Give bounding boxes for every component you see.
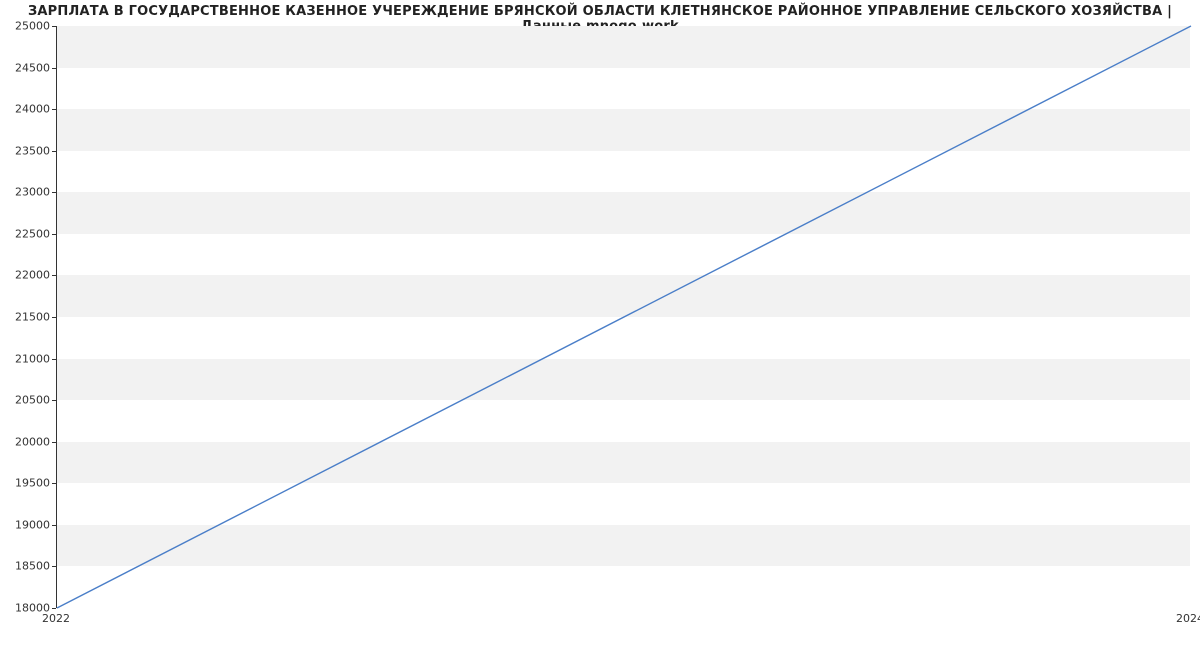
y-tick-mark (52, 234, 56, 235)
y-tick-label: 24000 (4, 103, 50, 116)
y-tick-label: 19000 (4, 518, 50, 531)
y-tick-label: 24500 (4, 61, 50, 74)
y-tick-label: 25000 (4, 20, 50, 33)
line-layer (57, 26, 1190, 607)
series-line (57, 26, 1191, 608)
y-tick-mark (52, 317, 56, 318)
y-tick-mark (52, 68, 56, 69)
x-tick-label: 2022 (42, 612, 70, 625)
y-tick-label: 19500 (4, 477, 50, 490)
y-tick-mark (52, 608, 56, 609)
y-tick-mark (52, 192, 56, 193)
x-tick-label: 2024 (1176, 612, 1200, 625)
y-tick-mark (52, 26, 56, 27)
y-tick-mark (52, 483, 56, 484)
y-tick-label: 20500 (4, 394, 50, 407)
y-tick-mark (52, 566, 56, 567)
y-tick-mark (52, 109, 56, 110)
y-tick-label: 23500 (4, 144, 50, 157)
y-tick-label: 22500 (4, 227, 50, 240)
y-tick-mark (52, 525, 56, 526)
y-tick-label: 21000 (4, 352, 50, 365)
y-tick-mark (52, 442, 56, 443)
y-tick-label: 20000 (4, 435, 50, 448)
plot-area (56, 26, 1190, 608)
y-tick-label: 23000 (4, 186, 50, 199)
y-tick-mark (52, 359, 56, 360)
y-tick-mark (52, 151, 56, 152)
y-tick-mark (52, 400, 56, 401)
y-tick-mark (52, 275, 56, 276)
y-tick-label: 21500 (4, 311, 50, 324)
y-tick-label: 18500 (4, 560, 50, 573)
y-tick-label: 22000 (4, 269, 50, 282)
